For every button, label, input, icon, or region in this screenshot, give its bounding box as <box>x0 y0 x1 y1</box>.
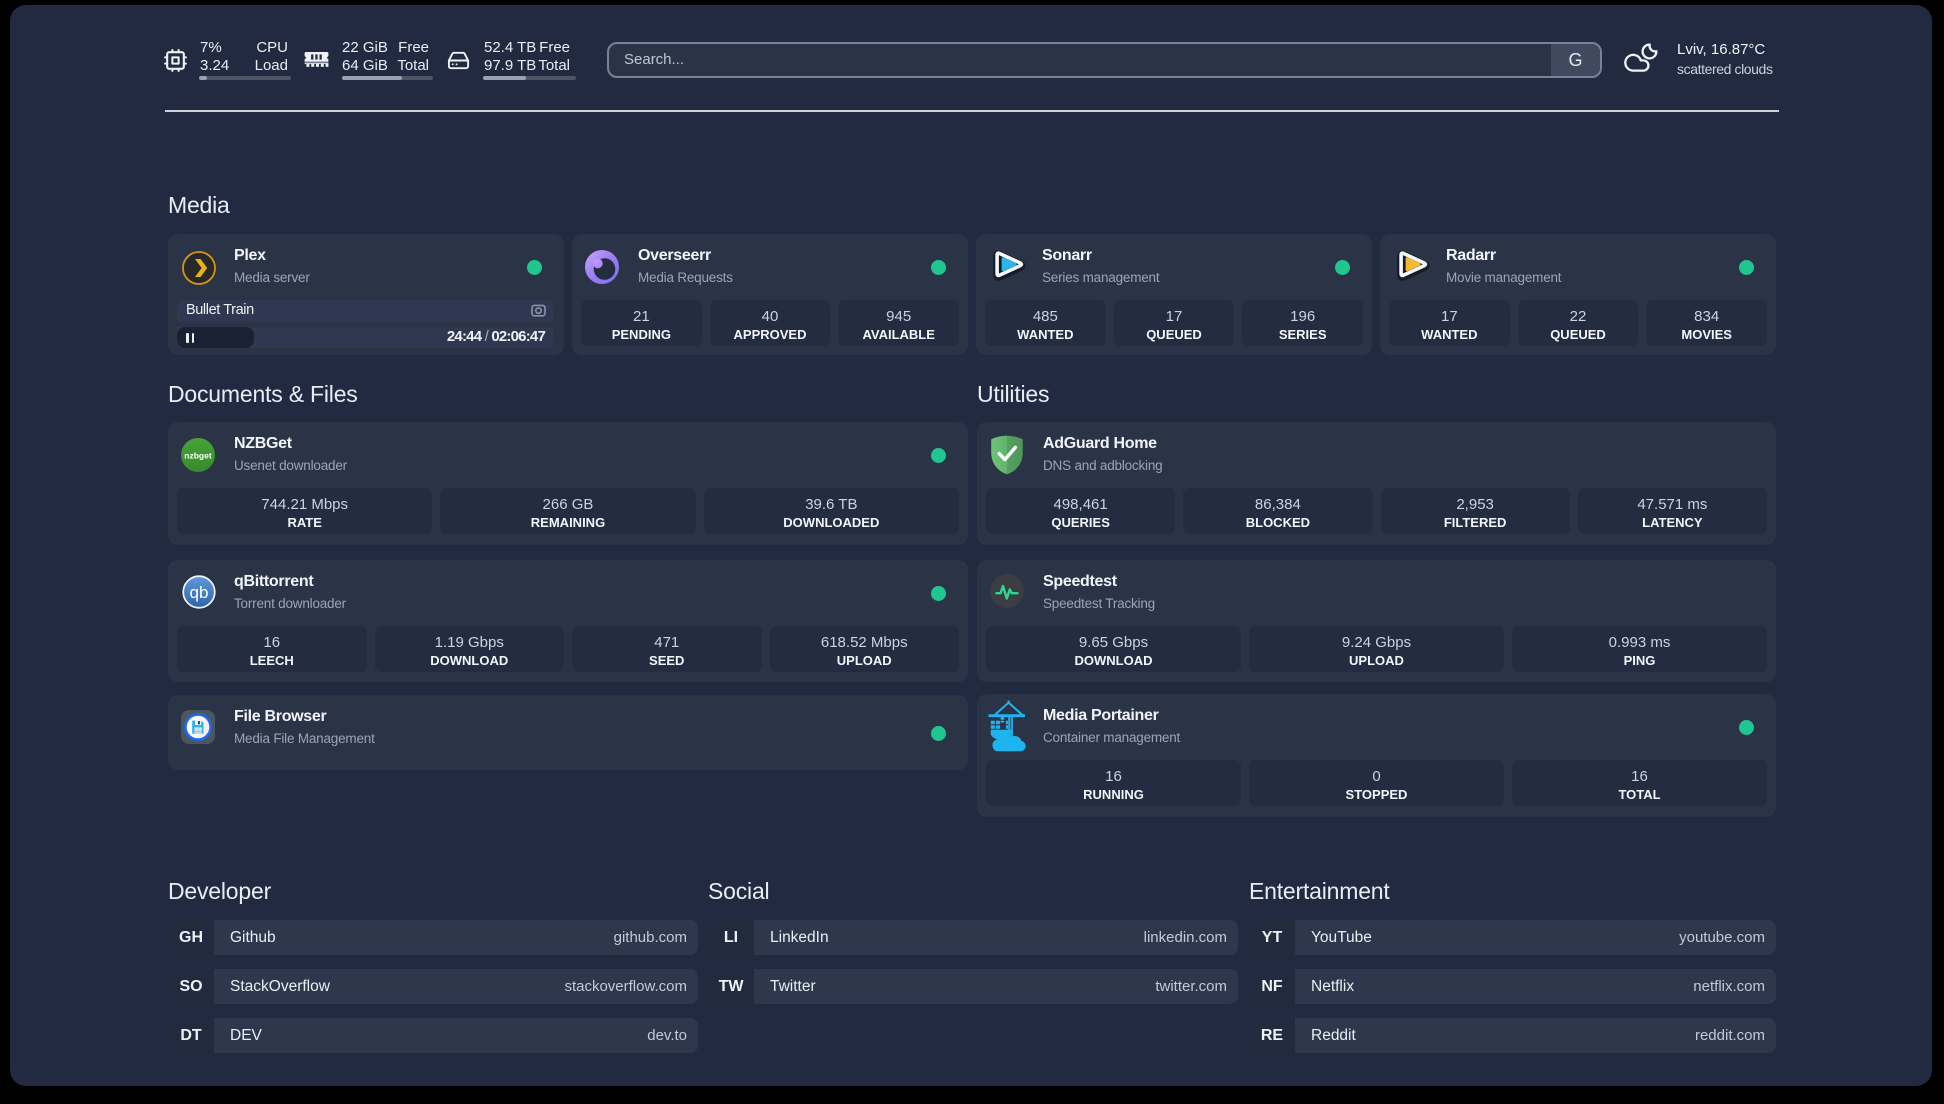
svg-text:qb: qb <box>190 583 209 602</box>
svg-text:nzbget: nzbget <box>184 451 212 461</box>
